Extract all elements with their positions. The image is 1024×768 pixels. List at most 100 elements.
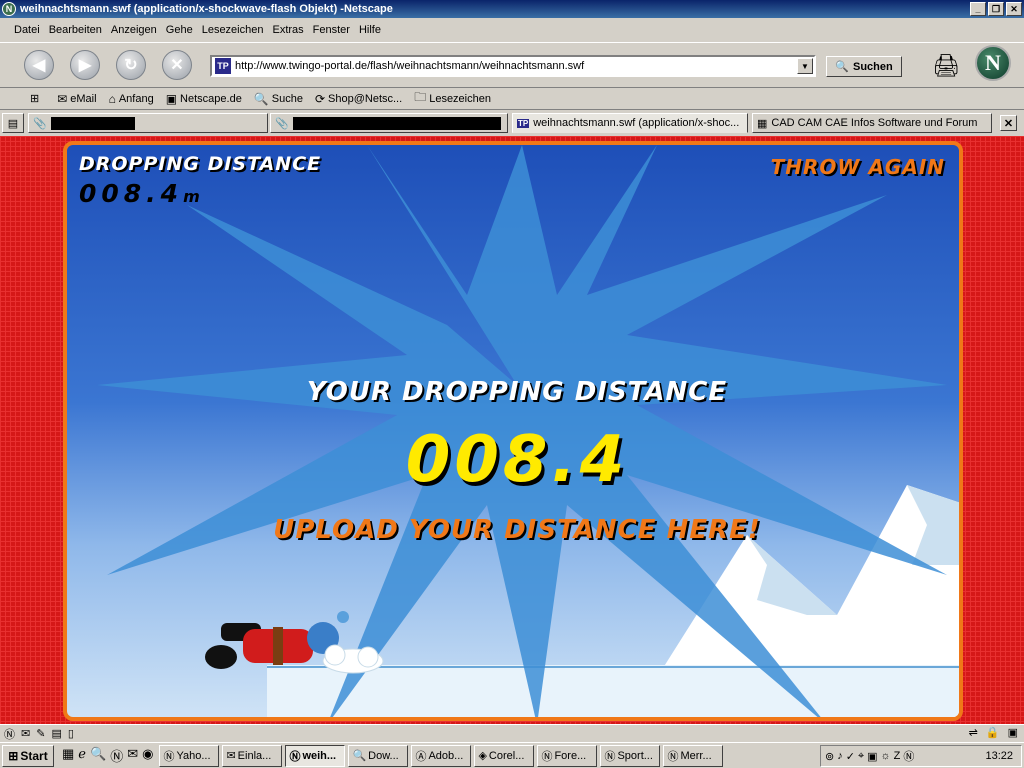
task-yahoo[interactable]: Ⓝ Yaho... [159, 744, 220, 767]
tab-cad-forum[interactable]: ▦ CAD CAM CAE Infos Software und Forum [752, 113, 992, 133]
close-button[interactable]: ✕ [1006, 2, 1022, 16]
status-bar: Ⓝ ✉ ✎ ▤ ▯ ⇌ 🔒 ▣ [0, 724, 1024, 742]
task-forum[interactable]: Ⓝ Fore... [537, 744, 598, 767]
my-icon: ▣ [165, 91, 178, 106]
distance-readout: 008.4m [79, 179, 200, 208]
reload-icon: ↻ [124, 57, 138, 74]
new-tab-icon[interactable]: ▤ [2, 113, 24, 133]
menu-bearbeiten[interactable]: Bearbeiten [49, 24, 102, 36]
stop-button[interactable]: ✕ [162, 50, 192, 80]
composer-icon[interactable]: ✎ [36, 727, 45, 740]
personal-toolbar: ⊞ ✉ eMail ⌂ Anfang ▣ Netscape.de 🔍 Suche… [0, 88, 1024, 110]
page-icon[interactable]: ▯ [68, 727, 74, 740]
maximize-button[interactable]: ❐ [988, 2, 1004, 16]
reload-button[interactable]: ↻ [116, 50, 146, 80]
netscape-icon: Ⓝ [604, 750, 616, 763]
tab-1[interactable]: 📎 [28, 113, 268, 133]
security-icon: 🔒 [985, 727, 1000, 739]
netscape-icon[interactable]: Ⓝ [903, 748, 914, 764]
netscape-icon: Ⓝ [667, 750, 679, 763]
netscape-icon[interactable]: Ⓝ [110, 746, 123, 765]
sun-icon[interactable]: ☼ [881, 750, 891, 762]
task-sport[interactable]: Ⓝ Sport... [600, 744, 661, 767]
arrow-right-icon: ▶ [78, 57, 92, 74]
page-content: DROPPING DISTANCE 008.4m THROW AGAIN YOU… [0, 136, 1024, 724]
bookmark-netscape[interactable]: ▣ Netscape.de [166, 92, 242, 106]
search-icon[interactable]: 🔍 [90, 746, 106, 765]
toolbar-grip-icon[interactable]: ⊞ [30, 92, 39, 105]
search-button[interactable]: 🔍 Suchen [826, 56, 902, 77]
tray-app-icon[interactable]: ✓ [846, 750, 855, 763]
monitor-icon[interactable]: ▣ [867, 750, 877, 763]
paperclip-icon: 📎 [275, 117, 289, 130]
tab-bar: ▤ 📎 📎 TP weihnachtsmann.swf (application… [0, 112, 1024, 134]
clock[interactable]: 13:22 [985, 750, 1013, 762]
minimize-button[interactable]: _ [970, 2, 986, 16]
tab-weihnachtsmann[interactable]: TP weihnachtsmann.swf (application/x-sho… [512, 113, 748, 133]
bookmark-shop[interactable]: ⟳ Shop@Netsc... [315, 92, 402, 106]
paperclip-icon: 📎 [33, 117, 47, 130]
url-input[interactable] [235, 60, 797, 72]
chevron-down-icon[interactable]: ▼ [797, 58, 813, 74]
back-button[interactable]: ◀ [24, 50, 54, 80]
arrow-left-icon: ◀ [32, 57, 46, 74]
netscape-icon: Ⓝ [541, 750, 553, 763]
ie-icon[interactable]: ℯ [78, 746, 86, 765]
menu-anzeigen[interactable]: Anzeigen [111, 24, 157, 36]
mail-icon: ✉ [57, 91, 68, 106]
menu-lesezeichen[interactable]: Lesezeichen [202, 24, 264, 36]
netscape-icon: Ⓝ [289, 750, 301, 763]
task-corel[interactable]: ◈ Corel... [474, 744, 535, 767]
site-icon: TP [517, 118, 530, 128]
navigator-icon[interactable]: Ⓝ [4, 726, 15, 742]
menu-datei[interactable]: Datei [14, 24, 40, 36]
bookmark-folder[interactable]: 🗀 Lesezeichen [414, 88, 491, 109]
site-icon: TP [215, 58, 231, 74]
search-button-label: Suchen [852, 60, 893, 73]
zonealarm-icon[interactable]: Z [894, 750, 901, 762]
dropping-distance-label: DROPPING DISTANCE [79, 153, 322, 175]
task-weihnachtsmann[interactable]: Ⓝweih... [285, 744, 346, 767]
menu-extras[interactable]: Extras [272, 24, 303, 36]
addressbook-icon[interactable]: ▤ [51, 727, 61, 740]
window-titlebar[interactable]: N weihnachtsmann.swf (application/x-shoc… [0, 0, 1024, 18]
home-icon: ⌂ [108, 91, 116, 106]
quick-launch: ▦ ℯ 🔍 Ⓝ ✉ ◉ [62, 746, 153, 765]
menu-gehe[interactable]: Gehe [166, 24, 193, 36]
print-icon[interactable]: 🖨 [926, 49, 966, 83]
close-tab-button[interactable]: ✕ [1000, 115, 1017, 131]
your-distance-heading: YOUR DROPPING DISTANCE [306, 377, 728, 407]
flash-game[interactable]: DROPPING DISTANCE 008.4m THROW AGAIN YOU… [63, 141, 963, 721]
mail-icon: ✉ [226, 750, 236, 762]
mail-icon[interactable]: ✉ [21, 727, 30, 740]
task-einladung[interactable]: ✉ Einla... [222, 744, 283, 767]
task-downloads[interactable]: 🔍 Dow... [348, 744, 409, 767]
final-distance-value: 008.4 [405, 423, 629, 497]
bookmark-suche[interactable]: 🔍 Suche [254, 92, 303, 106]
bookmark-email[interactable]: ✉ eMail [57, 92, 96, 106]
upload-distance-button[interactable]: UPLOAD YOUR DISTANCE HERE! [67, 515, 959, 545]
throw-again-button[interactable]: THROW AGAIN [771, 155, 945, 179]
network-icon[interactable]: ⊚ [825, 750, 834, 763]
search-icon: 🔍 [253, 91, 269, 106]
bookmark-anfang[interactable]: ⌂ Anfang [109, 92, 154, 106]
netscape-logo[interactable]: N [975, 45, 1011, 81]
task-merr[interactable]: Ⓝ Merr... [663, 744, 724, 767]
start-button[interactable]: ⊞ Start [2, 744, 54, 767]
forward-button[interactable]: ▶ [70, 50, 100, 80]
corel-icon: ◈ [478, 750, 487, 762]
mail-icon[interactable]: ✉ [127, 746, 138, 765]
stop-icon: ✕ [170, 57, 184, 74]
app-icon[interactable]: ◉ [142, 746, 153, 765]
mouse-icon[interactable]: ⌖ [858, 750, 864, 763]
tab-2[interactable]: 📎 [270, 113, 508, 133]
redacted-tab-label [50, 116, 135, 130]
navigation-toolbar: ◀ ▶ ↻ ✕ TP ▼ 🔍 Suchen 🖨 [0, 42, 1024, 88]
windows-logo-icon: ⊞ [8, 748, 19, 763]
volume-icon[interactable]: ♪ [837, 750, 843, 762]
url-bar[interactable]: TP ▼ [210, 55, 816, 77]
desktop-icon[interactable]: ▦ [62, 746, 74, 765]
menu-hilfe[interactable]: Hilfe [359, 24, 381, 36]
menu-fenster[interactable]: Fenster [313, 24, 350, 36]
task-adobe[interactable]: Ⓐ Adob... [411, 744, 472, 767]
